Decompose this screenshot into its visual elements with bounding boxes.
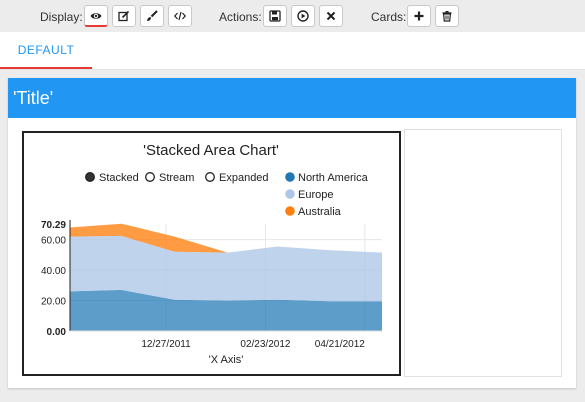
legend-swatch-north-america[interactable] — [285, 172, 295, 182]
actions-label: Actions: — [219, 10, 262, 24]
y-tick-label: 60.00 — [41, 236, 66, 247]
add-card-button[interactable] — [407, 5, 431, 27]
x-axis-label: 'X Axis' — [209, 354, 244, 366]
legend-swatch-europe[interactable] — [285, 189, 295, 199]
toolbar: Display: Actions: Cards: — [0, 0, 585, 32]
code-icon — [174, 11, 186, 21]
code-button[interactable] — [168, 5, 192, 27]
x-tick-label: 04/21/2012 — [315, 339, 365, 350]
control-label-stream[interactable]: Stream — [159, 172, 194, 184]
control-radio-expanded[interactable] — [205, 172, 215, 182]
edit-icon — [118, 10, 130, 22]
play-button[interactable] — [291, 5, 315, 27]
empty-pane — [404, 129, 562, 377]
stacked-area-chart: 'Stacked Area Chart' Stacked Stream Expande… — [41, 142, 382, 366]
view-button[interactable] — [84, 5, 108, 27]
card-body: 'Stacked Area Chart' Stacked Stream Expande… — [8, 118, 576, 388]
eye-icon — [90, 12, 102, 19]
control-label-stacked[interactable]: Stacked — [99, 172, 139, 184]
style-button[interactable] — [140, 5, 164, 27]
edit-button[interactable] — [112, 5, 136, 27]
legend-label-europe[interactable]: Europe — [298, 189, 333, 201]
card-title: 'Title' — [8, 78, 576, 118]
chart-title: 'Stacked Area Chart' — [143, 142, 279, 159]
control-label-expanded[interactable]: Expanded — [219, 172, 269, 184]
legend-label-north-america[interactable]: North America — [298, 172, 369, 184]
chart-panel: 'Stacked Area Chart' Stacked Stream Expande… — [22, 131, 401, 376]
y-tick-label: 20.00 — [41, 297, 66, 308]
legend-label-australia[interactable]: Australia — [298, 206, 342, 218]
x-tick-label: 12/27/2011 — [141, 339, 191, 350]
delete-card-button[interactable] — [435, 5, 459, 27]
plus-icon — [414, 11, 424, 21]
control-radio-stacked[interactable] — [85, 172, 95, 182]
cards-label: Cards: — [371, 10, 407, 24]
y-tick-label: 40.00 — [41, 266, 66, 277]
floppy-icon — [269, 10, 281, 22]
y-tick-label: 0.00 — [47, 327, 67, 338]
play-icon — [297, 10, 309, 22]
display-label: Display: — [40, 10, 83, 24]
tab-bar: DEFAULT — [0, 32, 585, 70]
x-tick-label: 02/23/2012 — [240, 339, 290, 350]
y-tick-label: 70.29 — [41, 220, 66, 231]
save-button[interactable] — [263, 5, 287, 27]
close-icon — [326, 11, 336, 21]
tab-default[interactable]: DEFAULT — [0, 32, 92, 69]
close-button[interactable] — [319, 5, 343, 27]
brush-icon — [147, 10, 158, 21]
trash-icon — [442, 11, 452, 22]
legend-swatch-australia[interactable] — [285, 206, 295, 216]
control-radio-stream[interactable] — [145, 172, 155, 182]
card: 'Title' 'Stacked Area Chart' Stacked Strea… — [8, 78, 576, 388]
